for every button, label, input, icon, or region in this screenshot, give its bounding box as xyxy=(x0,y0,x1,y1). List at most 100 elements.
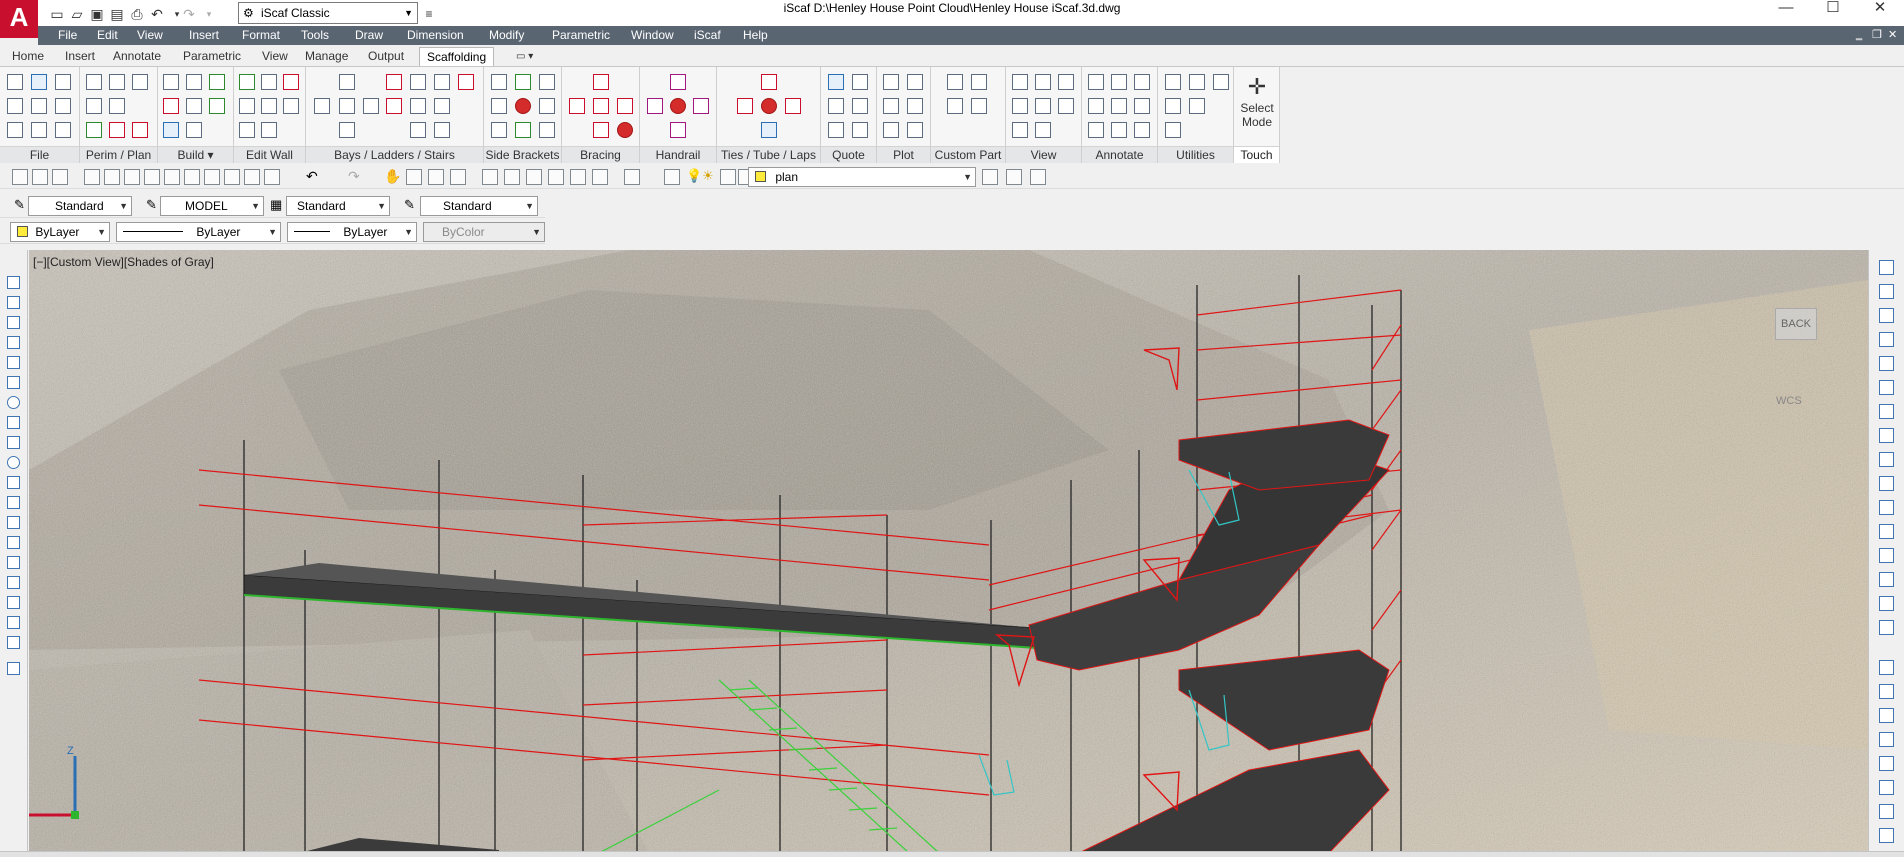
table-icon[interactable] xyxy=(1111,122,1127,138)
custom-part-edit-icon[interactable] xyxy=(971,74,987,90)
custom-part-library-icon[interactable] xyxy=(947,98,963,114)
view-shade-icon[interactable] xyxy=(1012,98,1028,114)
table-style-dropdown[interactable]: Standard ▼ xyxy=(286,196,390,216)
polygon-icon[interactable] xyxy=(7,336,20,349)
panel-touch-label[interactable]: Touch xyxy=(1234,146,1279,163)
wall-copy-icon[interactable] xyxy=(261,98,277,114)
select-mode-button[interactable]: ✛ Select Mode xyxy=(1238,67,1276,145)
save-icon[interactable]: ▣ xyxy=(88,5,106,23)
bracket-bottom-icon[interactable] xyxy=(515,122,531,138)
wall-delete-icon[interactable] xyxy=(283,74,299,90)
layer-merge-icon[interactable] xyxy=(1879,804,1894,819)
pencil-icon[interactable] xyxy=(1189,74,1205,90)
open-project-icon[interactable] xyxy=(55,74,71,90)
print-preview-icon[interactable] xyxy=(104,169,120,185)
perimeter-icon[interactable] xyxy=(86,74,102,90)
dim-style-dropdown[interactable]: MODEL ▼ xyxy=(160,196,264,216)
join-icon[interactable] xyxy=(1879,548,1894,563)
wall-add-icon[interactable] xyxy=(239,74,255,90)
ladder-icon[interactable] xyxy=(410,74,426,90)
bracket-bottom-left-icon[interactable] xyxy=(491,122,507,138)
view-iso-icon[interactable] xyxy=(1058,74,1074,90)
bracket-delete-icon[interactable] xyxy=(515,98,531,114)
open-icon[interactable] xyxy=(32,169,48,185)
view-box-icon[interactable] xyxy=(1012,74,1028,90)
build-list-icon[interactable] xyxy=(163,74,179,90)
wcs-label[interactable]: WCS xyxy=(1776,395,1802,407)
tie-right-icon[interactable] xyxy=(785,98,801,114)
bracket-top-right-icon[interactable] xyxy=(539,74,555,90)
panel-bracing-label[interactable]: Bracing xyxy=(562,146,639,163)
line-icon[interactable] xyxy=(7,276,20,289)
publish-icon[interactable] xyxy=(124,169,140,185)
text-style-icon[interactable]: ✎ xyxy=(14,197,25,213)
bay-down-icon[interactable] xyxy=(339,122,355,138)
zoom-previous-icon[interactable] xyxy=(450,169,466,185)
break-icon[interactable] xyxy=(1879,524,1894,539)
panel-edit-wall-label[interactable]: Edit Wall xyxy=(234,146,305,163)
spline-icon[interactable] xyxy=(7,436,20,449)
plot-preview-icon[interactable] xyxy=(883,74,899,90)
panel-annotate-label[interactable]: Annotate xyxy=(1082,146,1157,163)
text-style-dropdown[interactable]: Standard ▼ xyxy=(28,196,132,216)
quote-copy-icon[interactable] xyxy=(828,98,844,114)
zoom-realtime-icon[interactable] xyxy=(406,169,422,185)
color-dropdown[interactable]: ByLayer ▼ xyxy=(10,222,110,242)
menu-parametric[interactable]: Parametric xyxy=(546,26,616,45)
layer-dropdown[interactable]: plan ▼ xyxy=(748,167,976,187)
build-frame-icon[interactable] xyxy=(186,74,202,90)
hatch-icon[interactable] xyxy=(1134,98,1150,114)
match-icon[interactable] xyxy=(1189,98,1205,114)
build-check-icon[interactable] xyxy=(209,74,225,90)
quote-list-icon[interactable] xyxy=(828,122,844,138)
new-icon[interactable]: ▭ xyxy=(48,5,66,23)
layer-states-icon[interactable] xyxy=(1030,169,1046,185)
tab-annotate[interactable]: Annotate xyxy=(106,47,168,66)
plot-layout-icon[interactable] xyxy=(883,122,899,138)
quote-doc-icon[interactable] xyxy=(852,98,868,114)
menu-iscaf[interactable]: iScaf xyxy=(688,26,727,45)
lap-icon[interactable] xyxy=(761,122,777,138)
building-icon[interactable] xyxy=(109,74,125,90)
tab-parametric[interactable]: Parametric xyxy=(176,47,248,66)
move-icon[interactable] xyxy=(1213,74,1229,90)
new-icon[interactable] xyxy=(12,169,28,185)
plot-publish-icon[interactable] xyxy=(907,98,923,114)
wall-array-icon[interactable] xyxy=(283,98,299,114)
scale-icon[interactable] xyxy=(1134,122,1150,138)
tube-icon[interactable] xyxy=(761,74,777,90)
scale-icon[interactable] xyxy=(1879,428,1894,443)
view-top-icon[interactable] xyxy=(1035,98,1051,114)
panel-utilities-label[interactable]: Utilities xyxy=(1158,146,1233,163)
table-style-icon[interactable]: ▦ xyxy=(270,197,282,213)
menu-draw[interactable]: Draw xyxy=(349,26,389,45)
paste-icon[interactable] xyxy=(224,169,240,185)
tab-home[interactable]: Home xyxy=(5,47,51,66)
tree-icon[interactable] xyxy=(86,122,102,138)
bay-board-icon[interactable] xyxy=(458,74,474,90)
angle-icon[interactable] xyxy=(1088,122,1104,138)
layer-off-icon[interactable] xyxy=(1879,756,1894,771)
arrow-icon[interactable] xyxy=(1088,98,1104,114)
open-drawing-icon[interactable] xyxy=(31,74,47,90)
tie-delete-icon[interactable] xyxy=(761,98,777,114)
tab-scaffolding[interactable]: Scaffolding xyxy=(419,47,495,66)
mdi-minimize-button[interactable]: ‗ xyxy=(1856,26,1862,45)
menu-window[interactable]: Window xyxy=(625,26,680,45)
quote-search-icon[interactable] xyxy=(828,74,844,90)
new-drawing-icon[interactable] xyxy=(7,74,23,90)
printer-icon[interactable] xyxy=(907,122,923,138)
redo-icon[interactable]: ↷ xyxy=(180,5,198,23)
viewport-controls-label[interactable]: [−][Custom View][Shades of Gray] xyxy=(33,255,214,269)
tab-view[interactable]: View xyxy=(255,47,295,66)
mdi-close-button[interactable]: ✕ xyxy=(1888,26,1897,45)
polyline-icon[interactable] xyxy=(7,316,20,329)
move-icon[interactable] xyxy=(1879,380,1894,395)
sheet-icon[interactable] xyxy=(55,122,71,138)
offset-icon[interactable] xyxy=(1879,332,1894,347)
hatch-icon[interactable] xyxy=(7,556,20,569)
stair-edit-icon[interactable] xyxy=(434,122,450,138)
bracket-top-icon[interactable] xyxy=(515,74,531,90)
stair-icon[interactable] xyxy=(434,74,450,90)
save-as-icon[interactable] xyxy=(31,98,47,114)
